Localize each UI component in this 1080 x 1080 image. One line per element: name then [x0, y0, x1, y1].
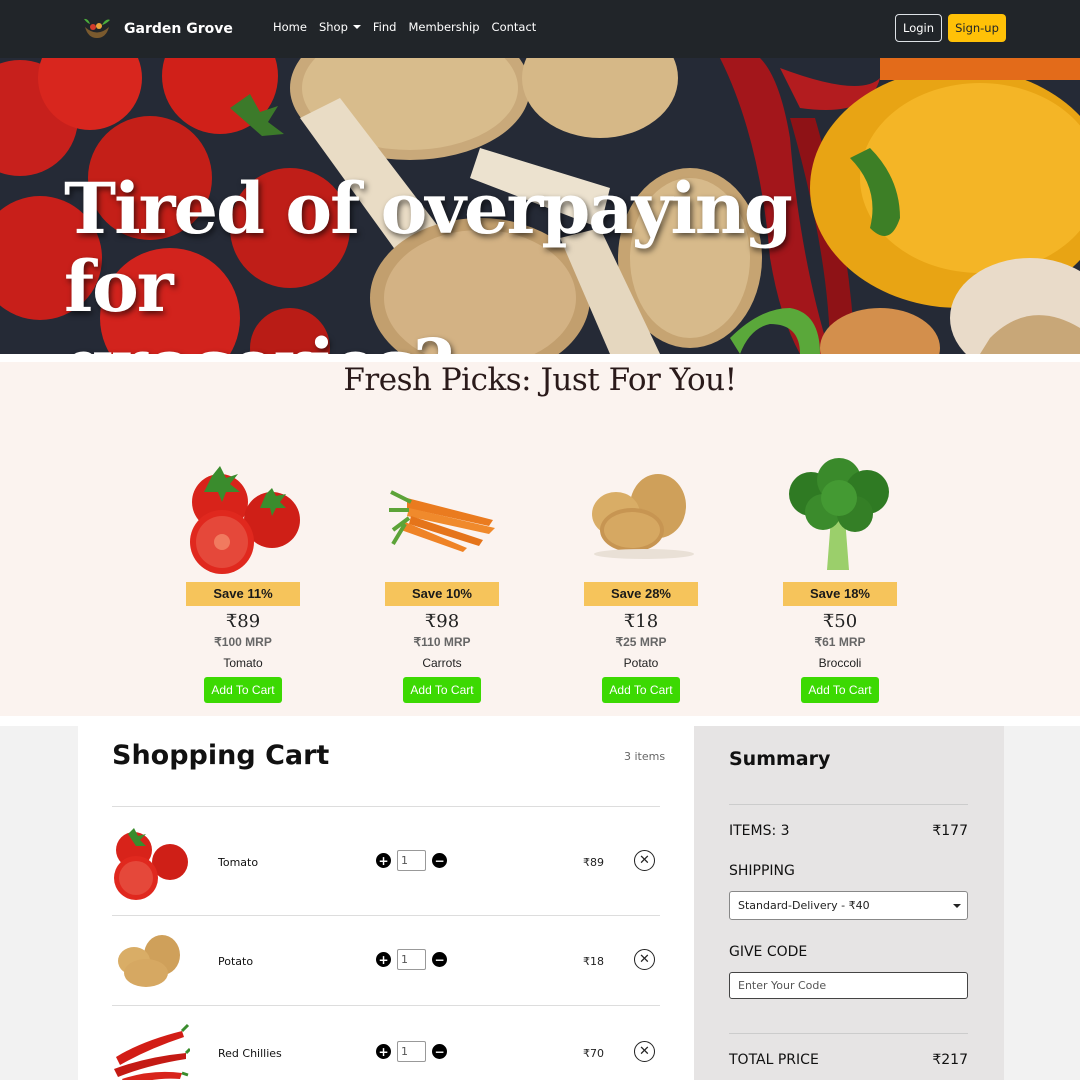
shipping-label: SHIPPING: [729, 863, 795, 879]
quantity-stepper: + −: [376, 850, 447, 871]
cart-item-count: 3 items: [624, 750, 666, 763]
save-badge: Save 18%: [783, 582, 897, 606]
remove-item-icon[interactable]: ✕: [634, 850, 655, 871]
potato-image: [592, 474, 694, 559]
product-mrp: ₹61 MRP: [814, 635, 866, 649]
quantity-stepper: + −: [376, 949, 447, 970]
carrots-image: [389, 490, 495, 552]
product-card-broccoli: Save 18% ₹50 ₹61 MRP Broccoli Add To Car…: [783, 458, 897, 703]
shipping-selected-option: Standard-Delivery - ₹40: [738, 899, 870, 912]
product-price: ₹89: [225, 611, 261, 632]
divider: [729, 1033, 968, 1034]
brand-name: Garden Grove: [124, 21, 233, 37]
product-name: Broccoli: [818, 656, 862, 670]
nav-links: Home Shop Find Membership Contact: [273, 20, 536, 34]
product-name: Tomato: [223, 656, 263, 670]
nav-shop-label: Shop: [318, 20, 348, 34]
product-name: Carrots: [422, 656, 462, 670]
cart-title: Shopping Cart: [112, 740, 330, 771]
add-to-cart-button[interactable]: Add To Cart: [204, 677, 282, 703]
cart-item-price: ₹70: [583, 1047, 604, 1060]
nav-home[interactable]: Home: [273, 20, 307, 34]
fresh-picks-title: Fresh Picks: Just For You!: [343, 362, 737, 398]
divider: [729, 804, 968, 805]
cart-section: Shopping Cart 3 items Tomato + − ₹89 ✕: [0, 726, 1080, 1080]
remove-item-icon[interactable]: ✕: [634, 1041, 655, 1062]
save-badge: Save 11%: [186, 582, 300, 606]
minus-icon[interactable]: −: [432, 952, 447, 967]
plus-icon[interactable]: +: [376, 952, 391, 967]
fresh-picks-section: Fresh Picks: Just For You! Save 11% ₹89 …: [0, 362, 1080, 716]
brand[interactable]: Garden Grove: [82, 14, 233, 44]
tomato-image: [190, 466, 300, 574]
save-badge: Save 28%: [584, 582, 698, 606]
hero-title: Tired of overpaying for groceries?: [64, 167, 864, 355]
potato-thumbnail: [118, 935, 180, 987]
cart-item-name: Red Chillies: [218, 1047, 282, 1060]
quantity-input[interactable]: [397, 949, 426, 970]
nav-shop-dropdown[interactable]: Shop: [319, 20, 361, 34]
caret-down-icon: [352, 25, 361, 29]
quantity-input[interactable]: [397, 850, 426, 871]
product-price: ₹18: [623, 611, 659, 632]
quantity-stepper: + −: [376, 1041, 447, 1062]
cart-row-red-chillies: Red Chillies + − ₹70 ✕: [112, 1009, 660, 1080]
nav-membership[interactable]: Membership: [408, 20, 479, 34]
navbar: Garden Grove Home Shop Find Membership C…: [0, 0, 1080, 58]
product-card-carrots: Save 10% ₹98 ₹110 MRP Carrots Add To Car…: [385, 458, 499, 703]
divider: [112, 915, 660, 916]
hero-title-line1: Tired of overpaying for: [64, 167, 793, 328]
add-to-cart-button[interactable]: Add To Cart: [602, 677, 680, 703]
minus-icon[interactable]: −: [432, 1044, 447, 1059]
login-button[interactable]: Login: [895, 14, 942, 42]
product-card-potato: Save 28% ₹18 ₹25 MRP Potato Add To Cart: [584, 458, 698, 703]
product-mrp: ₹110 MRP: [413, 635, 471, 649]
plus-icon[interactable]: +: [376, 853, 391, 868]
nav-find[interactable]: Find: [373, 20, 397, 34]
nav-contact[interactable]: Contact: [492, 20, 537, 34]
plus-icon[interactable]: +: [376, 1044, 391, 1059]
signup-button[interactable]: Sign-up: [948, 14, 1006, 42]
cart-row-potato: Potato + − ₹18 ✕: [112, 917, 660, 1005]
divider: [112, 1005, 660, 1006]
total-price-label: TOTAL PRICE: [729, 1052, 819, 1068]
broccoli-image: [789, 458, 889, 570]
shopping-cart-card: Shopping Cart 3 items Tomato + − ₹89 ✕: [78, 726, 694, 1080]
cart-item-name: Potato: [218, 955, 254, 968]
divider: [112, 806, 660, 807]
tomato-thumbnail: [114, 828, 188, 900]
red-chillies-thumbnail: [114, 1023, 190, 1080]
cart-item-name: Tomato: [218, 856, 259, 869]
total-price-value: ₹217: [932, 1052, 968, 1068]
save-badge: Save 10%: [385, 582, 499, 606]
cart-item-price: ₹18: [583, 955, 604, 968]
product-price: ₹98: [424, 611, 460, 632]
remove-item-icon[interactable]: ✕: [634, 949, 655, 970]
product-price: ₹50: [822, 611, 858, 632]
give-code-label: GIVE CODE: [729, 944, 808, 960]
product-mrp: ₹25 MRP: [615, 635, 667, 649]
add-to-cart-button[interactable]: Add To Cart: [801, 677, 879, 703]
cart-item-price: ₹89: [583, 856, 604, 869]
product-mrp: ₹100 MRP: [214, 635, 272, 649]
hero-banner: Tired of overpaying for groceries?: [0, 58, 1080, 354]
product-card-tomato: Save 11% ₹89 ₹100 MRP Tomato Add To Cart: [186, 458, 300, 703]
summary-title: Summary: [729, 748, 831, 770]
items-total: ₹177: [932, 823, 968, 839]
brand-logo-icon: [84, 18, 110, 38]
minus-icon[interactable]: −: [432, 853, 447, 868]
items-label: ITEMS: 3: [729, 823, 790, 839]
add-to-cart-button[interactable]: Add To Cart: [403, 677, 481, 703]
shipping-select[interactable]: Standard-Delivery - ₹40: [729, 891, 968, 920]
order-summary-panel: Summary ITEMS: 3 ₹177 SHIPPING Standard-…: [694, 726, 1004, 1080]
promo-code-input[interactable]: [729, 972, 968, 999]
hero-title-line2: groceries?: [64, 326, 864, 355]
cart-row-tomato: Tomato + − ₹89 ✕: [112, 818, 660, 906]
chevron-down-icon: [953, 903, 961, 908]
quantity-input[interactable]: [397, 1041, 426, 1062]
product-name: Potato: [623, 656, 659, 670]
